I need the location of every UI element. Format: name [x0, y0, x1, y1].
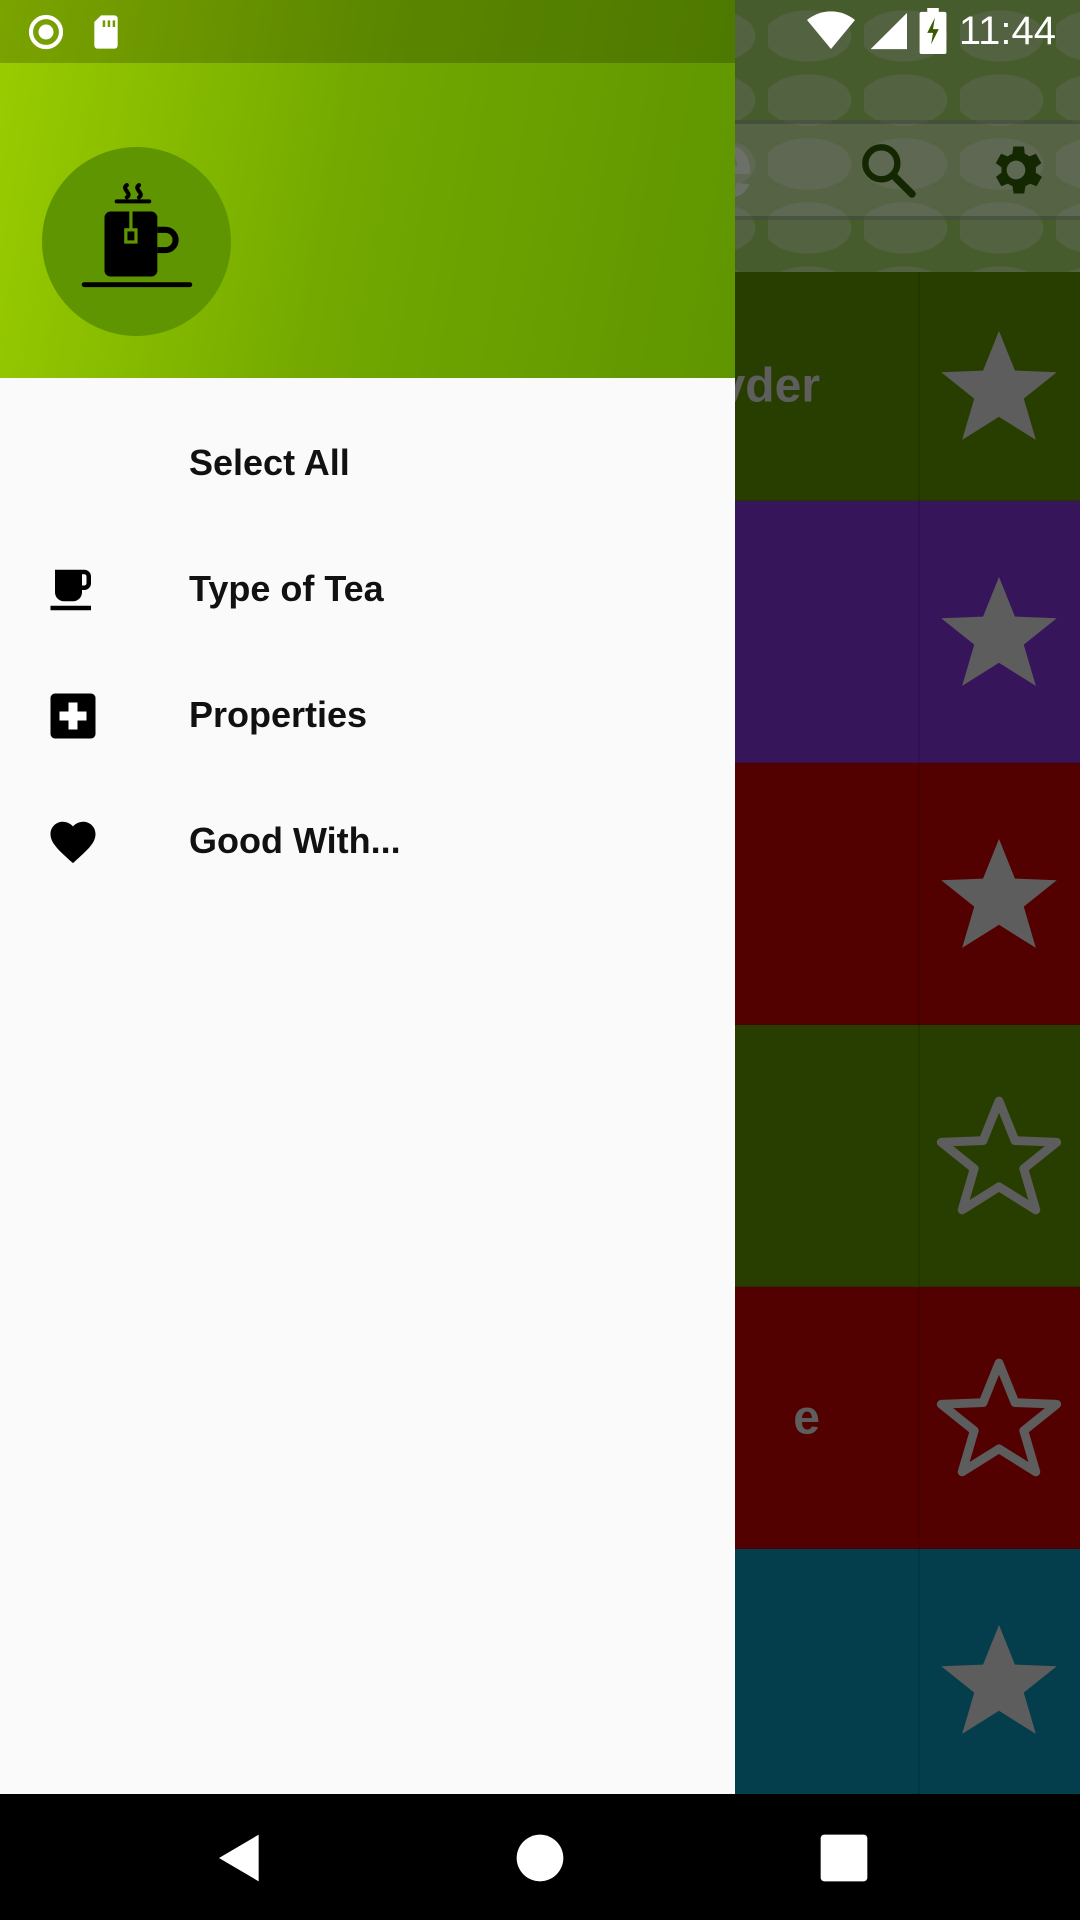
heart-icon — [50, 821, 96, 864]
record-icon — [28, 14, 64, 50]
menu-item-type-of-tea[interactable]: Type of Tea — [0, 526, 735, 652]
medical-cross-icon — [50, 693, 96, 739]
status-bar: 11:44 — [0, 0, 1080, 63]
recents-icon[interactable] — [816, 1830, 872, 1886]
status-clock: 11:44 — [958, 8, 1056, 53]
drawer-menu: Select All Type of Tea Properties Good W… — [0, 400, 735, 904]
status-notifications — [26, 12, 126, 52]
menu-item-label: Properties — [189, 694, 368, 735]
tea-mug-icon — [81, 182, 192, 287]
menu-item-label: Type of Tea — [189, 568, 384, 609]
home-icon[interactable] — [512, 1830, 568, 1886]
back-icon[interactable] — [212, 1830, 268, 1886]
system-navigation-bar — [0, 1794, 1080, 1920]
menu-item-select-all[interactable]: Select All — [0, 400, 735, 526]
navigation-drawer: Select All Type of Tea Properties Good W… — [0, 0, 735, 1794]
menu-item-good-with[interactable]: Good With... — [0, 778, 735, 904]
signal-icon — [870, 12, 907, 50]
coffee-cup-icon — [50, 569, 91, 611]
wifi-icon — [806, 11, 855, 49]
app-logo — [42, 147, 231, 336]
status-system: 11:44 — [806, 8, 1056, 54]
sd-card-icon — [94, 15, 118, 49]
menu-item-label: Good With... — [189, 820, 401, 861]
menu-item-label: Select All — [189, 442, 350, 483]
menu-item-properties[interactable]: Properties — [0, 652, 735, 778]
battery-charging-icon — [919, 8, 947, 54]
